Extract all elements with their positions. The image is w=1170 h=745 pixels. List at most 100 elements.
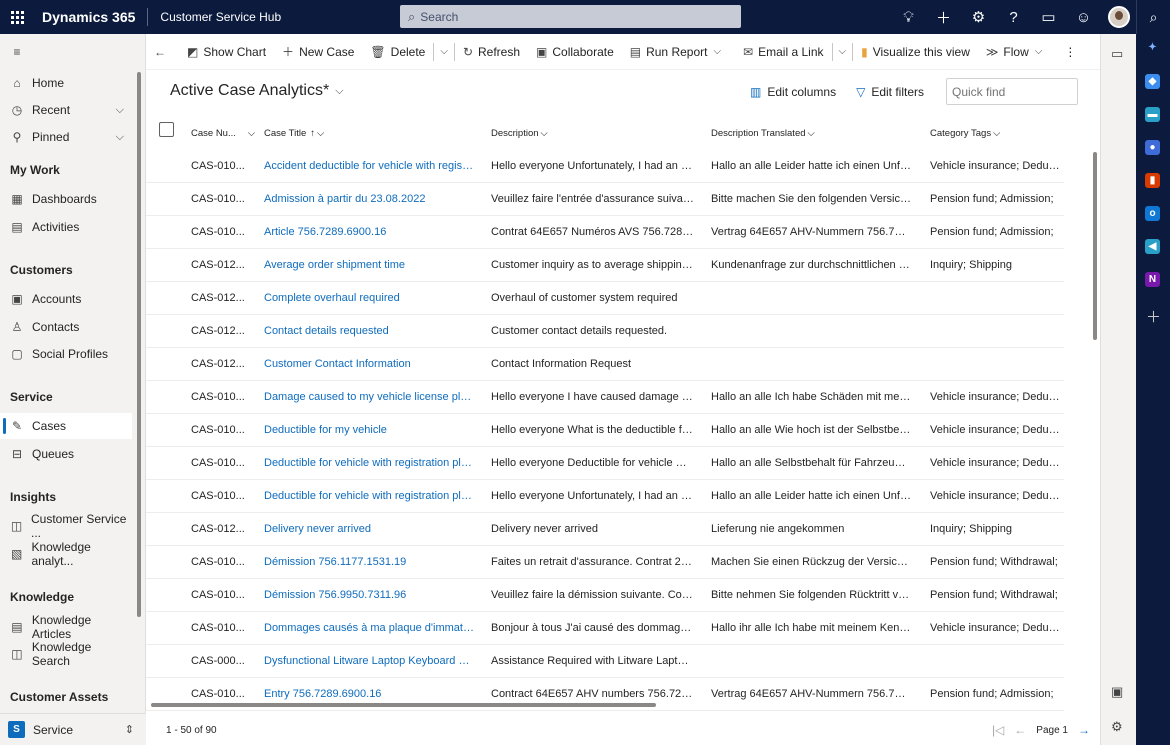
app-launcher-button[interactable] — [0, 0, 34, 34]
table-row[interactable]: CAS-010... Dommages causés à ma plaque d'… — [146, 612, 1064, 645]
sidebar-item-knowledge-analytics[interactable]: ▧ Knowledge analyt... — [0, 540, 132, 568]
sidebar-item-pinned[interactable]: ⚲ Pinned ⌵ — [0, 124, 132, 150]
case-title-link[interactable]: Entry 756.7289.6900.16 — [264, 688, 381, 700]
delete-more-chevron[interactable]: ⌵ — [434, 46, 454, 57]
table-row[interactable]: CAS-000... Dysfunctional Litware Laptop K… — [146, 645, 1064, 678]
column-header-case-number[interactable]: Case Nu... ⌵ — [191, 118, 255, 148]
column-header-case-title[interactable]: Case Title ↑ ⌵ — [264, 118, 324, 148]
area-switcher[interactable]: S Service ⇕ — [0, 713, 146, 745]
flow-button[interactable]: ≫ Flow ⌵ — [978, 34, 1057, 70]
help-icon[interactable]: ? — [996, 0, 1031, 34]
chat-icon[interactable]: ▭ — [1111, 46, 1123, 62]
app-name[interactable]: Customer Service Hub — [148, 10, 281, 24]
grid-vertical-scrollbar[interactable] — [1093, 152, 1097, 340]
table-row[interactable]: CAS-010... Démission 756.9950.7311.96 Veui… — [146, 579, 1064, 612]
table-row[interactable]: CAS-010... Admission à partir du 23.08.20… — [146, 183, 1064, 216]
visualize-button[interactable]: ▮ Visualize this view — [853, 34, 978, 70]
sidebar-item-knowledge-search[interactable]: ◫ Knowledge Search — [0, 640, 132, 668]
onenote-icon[interactable]: N — [1145, 272, 1160, 287]
case-title-link[interactable]: Delivery never arrived — [264, 523, 371, 535]
email-link-button[interactable]: ✉ Email a Link — [735, 34, 831, 70]
table-row[interactable]: CAS-010... Deductible for my vehicle Hello… — [146, 414, 1064, 447]
table-row[interactable]: CAS-012... Average order shipment time Cus… — [146, 249, 1064, 282]
global-search-input[interactable]: ⌕ Search — [400, 5, 741, 28]
case-title-link[interactable]: Article 756.7289.6900.16 — [264, 226, 386, 238]
case-title-link[interactable]: Dysfunctional Litware Laptop Keyboard X1… — [264, 655, 474, 667]
table-row[interactable]: CAS-012... Customer Contact Information Co… — [146, 348, 1064, 381]
sidebar-item-cases[interactable]: ✎ Cases — [0, 413, 132, 439]
outlook-icon[interactable]: o — [1145, 206, 1160, 221]
run-report-button[interactable]: ▤ Run Report ⌵ — [622, 34, 735, 70]
lightbulb-icon[interactable]: 💡︎ — [891, 0, 926, 34]
table-row[interactable]: CAS-010... Deductible for vehicle with re… — [146, 447, 1064, 480]
add-app-icon[interactable]: ＋ — [1146, 306, 1161, 327]
gear-icon[interactable]: ⚙ — [1111, 719, 1123, 735]
sidebar-scrollbar[interactable] — [137, 72, 141, 617]
table-row[interactable]: CAS-010... Démission 756.1177.1531.19 Fait… — [146, 546, 1064, 579]
sidebar-item-activities[interactable]: ▤ Activities — [0, 214, 132, 240]
case-title-link[interactable]: Deductible for my vehicle — [264, 424, 387, 436]
sidebar-item-contacts[interactable]: ♙ Contacts — [0, 314, 132, 340]
sidebar-item-customer-service[interactable]: ◫ Customer Service ... — [0, 512, 132, 540]
case-title-link[interactable]: Average order shipment time — [264, 259, 405, 271]
table-row[interactable]: CAS-012... Delivery never arrived Delivery… — [146, 513, 1064, 546]
column-header-category-tags[interactable]: Category Tags ⌵ — [930, 118, 1000, 148]
previous-page-icon[interactable]: ← — [1014, 723, 1026, 737]
side-search-icon[interactable]: ⌕ — [1136, 0, 1170, 34]
sidebar-item-queues[interactable]: ⊟ Queues — [0, 441, 132, 467]
case-title-link[interactable]: Deductible for vehicle with registration… — [264, 490, 474, 502]
tag-icon[interactable]: ◆ — [1145, 74, 1160, 89]
refresh-button[interactable]: ↻ Refresh — [455, 34, 528, 70]
delete-button[interactable]: 🗑︎ Delete — [362, 34, 433, 70]
collaborate-button[interactable]: ▣ Collaborate — [528, 34, 622, 70]
panel-icon[interactable]: ▣ — [1111, 684, 1123, 700]
sidebar-item-social-profiles[interactable]: ▢ Social Profiles — [0, 341, 132, 367]
edit-columns-button[interactable]: ▥ Edit columns — [740, 85, 846, 99]
chat-icon[interactable]: ▭ — [1031, 0, 1066, 34]
copilot-icon[interactable]: ✦ — [1145, 40, 1160, 55]
gear-icon[interactable]: ⚙ — [961, 0, 996, 34]
sidebar-item-accounts[interactable]: ▣ Accounts — [0, 286, 132, 312]
back-button[interactable]: ← — [146, 34, 179, 70]
next-page-icon[interactable]: → — [1078, 723, 1090, 737]
table-row[interactable]: CAS-010... Article 756.7289.6900.16 Contra… — [146, 216, 1064, 249]
brand-name[interactable]: Dynamics 365 — [34, 8, 149, 26]
table-row[interactable]: CAS-012... Complete overhaul required Over… — [146, 282, 1064, 315]
table-row[interactable]: CAS-010... Damage caused to my vehicle li… — [146, 381, 1064, 414]
case-title-link[interactable]: Damage caused to my vehicle license plat… — [264, 391, 474, 403]
table-row[interactable]: CAS-012... Contact details requested Custo… — [146, 315, 1064, 348]
column-header-description[interactable]: Description ⌵ — [491, 118, 548, 148]
briefcase-icon[interactable]: ▬ — [1145, 107, 1160, 122]
column-header-description-translated[interactable]: Description Translated ⌵ — [711, 118, 815, 148]
user-avatar-button[interactable] — [1101, 0, 1136, 34]
show-chart-button[interactable]: ◩ Show Chart — [179, 34, 274, 70]
case-title-link[interactable]: Contact details requested — [264, 325, 389, 337]
case-title-link[interactable]: Démission 756.9950.7311.96 — [264, 589, 406, 601]
case-title-link[interactable]: Complete overhaul required — [264, 292, 400, 304]
plus-icon[interactable]: ＋ — [926, 0, 961, 34]
edit-filters-button[interactable]: ▽ Edit filters — [846, 85, 934, 99]
quick-find-input[interactable] — [946, 78, 1078, 105]
view-selector[interactable]: Active Case Analytics* ⌵ — [170, 82, 344, 100]
grid-horizontal-scrollbar[interactable] — [151, 703, 656, 707]
send-icon[interactable]: ◀ — [1145, 239, 1160, 254]
smiley-icon[interactable]: ☺ — [1066, 0, 1101, 34]
hamburger-button[interactable]: ≡ — [0, 39, 132, 65]
sidebar-item-knowledge-articles[interactable]: ▤ Knowledge Articles — [0, 613, 132, 641]
office-icon[interactable]: ▮ — [1145, 173, 1160, 188]
new-case-button[interactable]: ＋ New Case — [274, 34, 362, 70]
table-row[interactable]: CAS-010... Accident deductible for vehicl… — [146, 150, 1064, 183]
people-icon[interactable]: ● — [1145, 140, 1160, 155]
sidebar-item-home[interactable]: ⌂ Home — [0, 70, 132, 96]
case-title-link[interactable]: Accident deductible for vehicle with reg… — [264, 160, 474, 172]
sidebar-item-recent[interactable]: ◷ Recent ⌵ — [0, 97, 132, 123]
more-commands-button[interactable]: ⋮ — [1056, 34, 1084, 70]
case-title-link[interactable]: Admission à partir du 23.08.2022 — [264, 193, 425, 205]
case-title-link[interactable]: Deductible for vehicle with registration… — [264, 457, 474, 469]
more-chevron[interactable]: ⌵ — [833, 46, 853, 57]
sidebar-item-dashboards[interactable]: ▦ Dashboards — [0, 186, 132, 212]
case-title-link[interactable]: Démission 756.1177.1531.19 — [264, 556, 406, 568]
case-title-link[interactable]: Customer Contact Information — [264, 358, 411, 370]
case-title-link[interactable]: Dommages causés à ma plaque d'immatric..… — [264, 622, 474, 634]
table-row[interactable]: CAS-010... Deductible for vehicle with re… — [146, 480, 1064, 513]
